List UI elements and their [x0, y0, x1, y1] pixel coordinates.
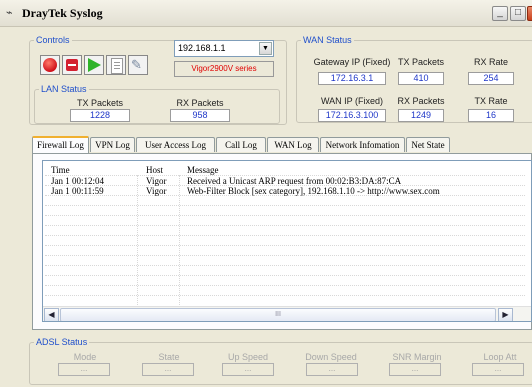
router-ip-select[interactable]: 192.168.1.1 ▼ — [174, 40, 274, 57]
adsl-snr-margin-label: SNR Margin — [392, 352, 442, 362]
record-icon — [43, 58, 57, 72]
wan-rx-rate-label: RX Rate — [473, 57, 508, 67]
minimize-button[interactable]: _ — [492, 6, 508, 21]
row-host: Vigor — [146, 176, 167, 186]
row-divider — [45, 235, 525, 236]
adsl-state-value: ... — [142, 363, 194, 376]
adsl-snr-margin-value: ... — [389, 363, 441, 376]
gateway-ip-value: 172.16.3.1 — [318, 72, 386, 85]
model-label: Vigor2900V series — [174, 61, 274, 77]
tab-wan-log[interactable]: WAN Log — [267, 137, 319, 152]
row-divider — [45, 285, 525, 286]
adsl-mode-label: Mode — [73, 352, 97, 362]
title-bar[interactable]: ⌁ DrayTek Syslog _ □ × — [0, 0, 532, 27]
adsl-down-speed-label: Down Speed — [305, 352, 357, 362]
controls-legend: Controls — [36, 35, 70, 45]
maximize-button[interactable]: □ — [510, 6, 526, 21]
chevron-down-icon[interactable]: ▼ — [259, 42, 272, 55]
adsl-up-speed-label: Up Speed — [227, 352, 269, 362]
row-message: Web-Filter Block [sex category], 192.168… — [187, 186, 440, 196]
row-divider — [45, 245, 525, 246]
wrench-icon: ✎ — [131, 57, 142, 72]
tab-network-information[interactable]: Network Infomation — [320, 137, 405, 152]
router-ip-value: 192.168.1.1 — [178, 43, 226, 53]
log-list[interactable]: Time Host Message Jan 1 00:12:04 Vigor R… — [42, 160, 532, 322]
wan-status-legend: WAN Status — [303, 35, 352, 45]
adsl-status-legend: ADSL Status — [36, 337, 88, 347]
app-icon: ⌁ — [6, 7, 13, 19]
scrollbar-thumb[interactable]: III — [60, 308, 496, 321]
window-title: DrayTek Syslog — [22, 6, 103, 20]
column-header-host[interactable]: Host — [146, 165, 163, 175]
close-button[interactable]: × — [527, 6, 532, 21]
adsl-down-speed-value: ... — [306, 363, 358, 376]
lan-rx-packets-value: 958 — [170, 109, 230, 122]
row-time: Jan 1 00:11:59 — [51, 186, 104, 196]
row-divider — [45, 205, 525, 206]
play-icon — [88, 58, 101, 72]
row-time: Jan 1 00:12:04 — [51, 176, 104, 186]
play-button[interactable] — [84, 55, 104, 75]
row-message: Received a Unicast ARP request from 00:0… — [187, 176, 402, 186]
lan-status-legend: LAN Status — [41, 84, 87, 94]
wan-rx-packets-value: 1249 — [398, 109, 444, 122]
tab-firewall-log[interactable]: Firewall Log — [32, 136, 89, 153]
wan-rx-rate-value: 254 — [468, 72, 514, 85]
row-divider — [45, 255, 525, 256]
wan-ip-label: WAN IP (Fixed) — [320, 96, 383, 106]
wan-rx-packets-label: RX Packets — [397, 96, 445, 106]
record-button[interactable] — [40, 55, 60, 75]
adsl-state-label: State — [158, 352, 180, 362]
stop-button[interactable] — [62, 55, 82, 75]
adsl-loop-att-value: ... — [472, 363, 524, 376]
lan-tx-packets-label: TX Packets — [76, 98, 123, 108]
adsl-up-speed-value: ... — [222, 363, 274, 376]
row-divider — [45, 275, 525, 276]
horizontal-scrollbar[interactable]: ◀ III ▶ — [43, 306, 531, 321]
tab-net-state[interactable]: Net State — [406, 137, 450, 152]
lan-tx-packets-value: 1228 — [70, 109, 130, 122]
scroll-right-icon[interactable]: ▶ — [498, 308, 513, 321]
column-header-time[interactable]: Time — [51, 165, 70, 175]
row-divider — [45, 265, 525, 266]
wan-tx-packets-value: 410 — [398, 72, 444, 85]
tab-vpn-log[interactable]: VPN Log — [90, 137, 135, 152]
lan-rx-packets-label: RX Packets — [176, 98, 224, 108]
row-host: Vigor — [146, 186, 167, 196]
column-header-message[interactable]: Message — [187, 165, 219, 175]
tab-call-log[interactable]: Call Log — [216, 137, 266, 152]
wan-tx-rate-label: TX Rate — [474, 96, 508, 106]
row-divider — [45, 225, 525, 226]
wan-tx-packets-label: TX Packets — [397, 57, 444, 67]
document-button[interactable] — [106, 55, 126, 75]
syslog-window: ⌁ DrayTek Syslog _ □ × Controls ✎ 192.16… — [0, 0, 532, 387]
tab-user-access-log[interactable]: User Access Log — [136, 137, 215, 152]
row-divider — [45, 215, 525, 216]
gateway-ip-label: Gateway IP (Fixed) — [313, 57, 391, 67]
wan-ip-value: 172.16.3.100 — [318, 109, 386, 122]
document-icon — [111, 58, 123, 74]
adsl-mode-value: ... — [58, 363, 110, 376]
wan-tx-rate-value: 16 — [468, 109, 514, 122]
scroll-left-icon[interactable]: ◀ — [44, 308, 59, 321]
adsl-loop-att-label: Loop Att — [483, 352, 517, 362]
tools-button[interactable]: ✎ — [128, 55, 148, 75]
row-divider — [45, 295, 525, 296]
stop-icon — [66, 59, 78, 71]
